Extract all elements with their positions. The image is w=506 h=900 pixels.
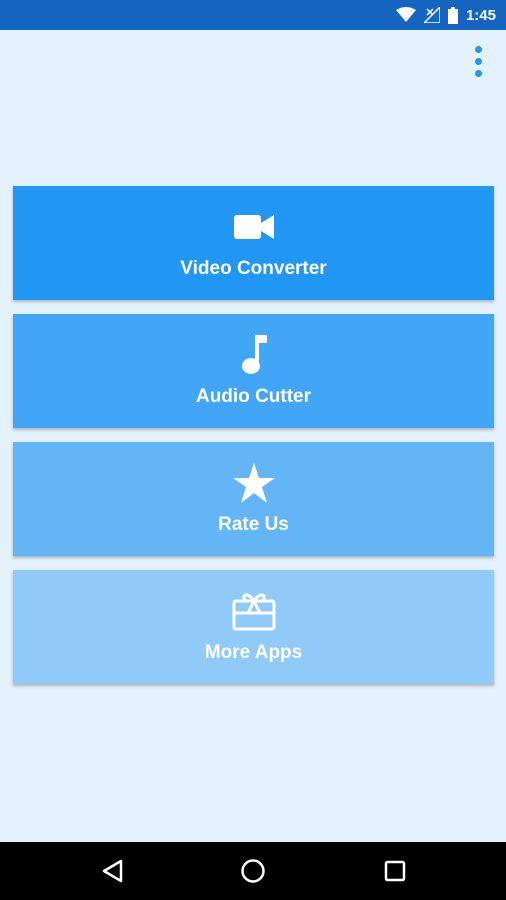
video-converter-label: Video Converter [180, 258, 327, 279]
signal-icon [423, 7, 440, 23]
more-apps-label: More Apps [204, 642, 303, 663]
more-options-button[interactable] [468, 42, 488, 80]
status-bar: 1:45 [0, 0, 506, 30]
back-button[interactable] [97, 856, 127, 886]
more-vert-icon [474, 45, 482, 53]
audio-cutter-button[interactable]: Audio Cutter [13, 314, 494, 428]
back-icon [102, 859, 123, 883]
music-note-icon [13, 334, 494, 376]
rate-us-label: Rate Us [218, 514, 289, 535]
navigation-bar [0, 842, 506, 900]
audio-cutter-label: Audio Cutter [195, 386, 312, 407]
video-converter-button[interactable]: Video Converter [13, 186, 494, 300]
status-time: 1:45 [465, 6, 496, 24]
battery-icon [447, 6, 458, 24]
status-icons: 1:45 [395, 0, 496, 30]
more-apps-button[interactable]: More Apps [13, 570, 494, 684]
home-button[interactable] [238, 856, 268, 886]
gift-card-icon [13, 590, 494, 632]
more-vert-dot [474, 57, 482, 65]
home-icon [241, 859, 265, 883]
rate-us-button[interactable]: Rate Us [13, 442, 494, 556]
wifi-icon [395, 7, 416, 23]
recents-icon [384, 860, 406, 882]
star-icon [13, 462, 494, 504]
more-vert-dot [474, 69, 482, 77]
recents-button[interactable] [380, 856, 410, 886]
video-camera-icon [13, 206, 494, 248]
